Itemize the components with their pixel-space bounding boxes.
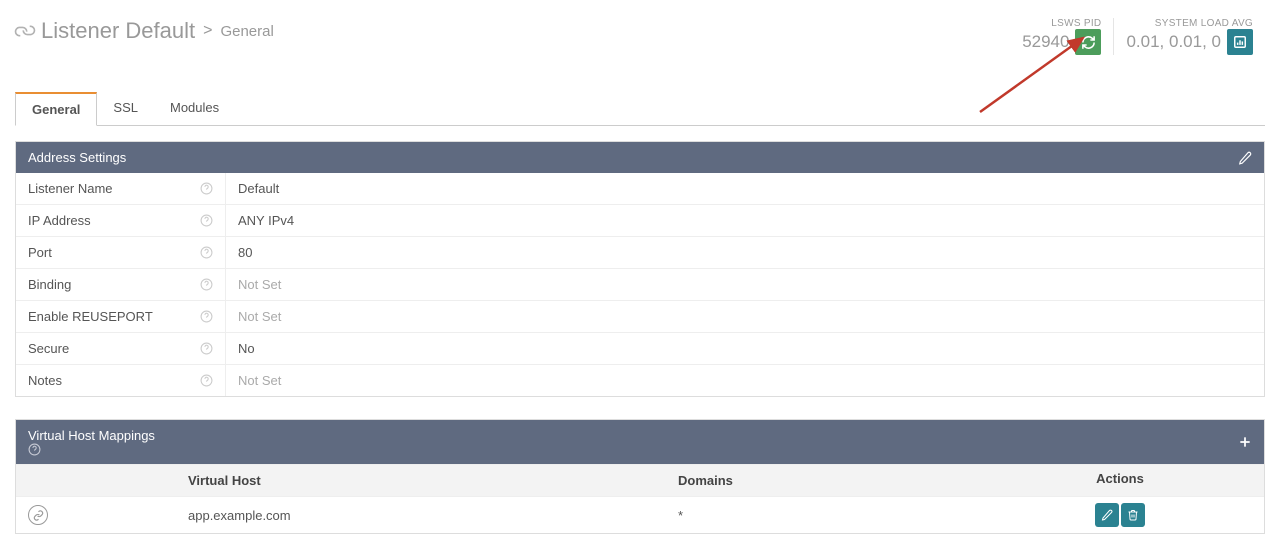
table-row: app.example.com* (16, 496, 1264, 533)
row-vhost: app.example.com (176, 500, 666, 531)
plus-icon (1238, 435, 1252, 449)
col-header-actions: Actions (976, 465, 1264, 496)
setting-value: Default (226, 173, 1264, 204)
stat-load: SYSTEM LOAD AVG 0.01, 0.01, 0 (1113, 18, 1265, 55)
setting-value: 80 (226, 237, 1264, 268)
tabs: GeneralSSLModules (15, 91, 1265, 126)
help-icon[interactable] (200, 342, 213, 355)
page-title: Listener Default (41, 18, 195, 44)
setting-value: No (226, 333, 1264, 364)
panel-title: Virtual Host Mappings (28, 428, 1238, 456)
setting-label: Binding (16, 269, 226, 300)
edit-button[interactable] (1238, 151, 1252, 165)
help-icon[interactable] (200, 278, 213, 291)
setting-value: ANY IPv4 (226, 205, 1264, 236)
delete-row-button[interactable] (1121, 503, 1145, 527)
address-settings-header: Address Settings (16, 142, 1264, 173)
link-circle-icon (28, 505, 48, 525)
address-settings-panel: Address Settings Listener NameDefaultIP … (15, 141, 1265, 397)
row-domains: * (666, 500, 976, 531)
setting-label: IP Address (16, 205, 226, 236)
tab-general[interactable]: General (15, 92, 97, 126)
stat-pid: LSWS PID 52940 (1010, 18, 1113, 55)
help-icon[interactable] (200, 182, 213, 195)
col-header-vhost: Virtual Host (176, 465, 666, 496)
refresh-icon (1081, 35, 1096, 50)
setting-label: Port (16, 237, 226, 268)
setting-row: Port80 (16, 236, 1264, 268)
help-icon[interactable] (200, 246, 213, 259)
breadcrumb-separator: > (203, 22, 212, 40)
row-actions (976, 497, 1264, 533)
stat-load-label: SYSTEM LOAD AVG (1126, 18, 1253, 29)
setting-row: IP AddressANY IPv4 (16, 204, 1264, 236)
setting-label: Secure (16, 333, 226, 364)
breadcrumb-current: General (220, 23, 273, 40)
vhost-mappings-header: Virtual Host Mappings (16, 420, 1264, 464)
setting-row: SecureNo (16, 332, 1264, 364)
stats-button[interactable] (1227, 29, 1253, 55)
bar-chart-icon (1233, 35, 1247, 49)
stat-load-value: 0.01, 0.01, 0 (1126, 32, 1221, 52)
table-header-row: Virtual Host Domains Actions (16, 464, 1264, 496)
panel-title: Address Settings (28, 150, 1238, 165)
tab-ssl[interactable]: SSL (97, 92, 154, 126)
tab-modules[interactable]: Modules (154, 92, 235, 126)
stat-pid-value: 52940 (1022, 32, 1069, 52)
edit-row-button[interactable] (1095, 503, 1119, 527)
help-icon[interactable] (200, 310, 213, 323)
add-button[interactable] (1238, 435, 1252, 449)
setting-label: Notes (16, 365, 226, 396)
pencil-icon (1238, 151, 1252, 165)
help-icon[interactable] (200, 374, 213, 387)
setting-row: BindingNot Set (16, 268, 1264, 300)
panel-title-text: Virtual Host Mappings (28, 428, 155, 443)
setting-value: Not Set (226, 301, 1264, 332)
setting-value: Not Set (226, 269, 1264, 300)
help-icon[interactable] (28, 443, 1238, 456)
stat-pid-label: LSWS PID (1022, 18, 1101, 29)
page-title-area: Listener Default > General (15, 18, 1010, 44)
link-icon (11, 17, 39, 45)
setting-value: Not Set (226, 365, 1264, 396)
col-header-domains: Domains (666, 465, 976, 496)
setting-row: Listener NameDefault (16, 173, 1264, 204)
row-icon-cell (16, 497, 176, 533)
setting-row: Enable REUSEPORTNot Set (16, 300, 1264, 332)
restart-button[interactable] (1075, 29, 1101, 55)
setting-row: NotesNot Set (16, 364, 1264, 396)
help-icon[interactable] (200, 214, 213, 227)
setting-label: Listener Name (16, 173, 226, 204)
vhost-mappings-panel: Virtual Host Mappings Virtual Host Domai… (15, 419, 1265, 534)
setting-label: Enable REUSEPORT (16, 301, 226, 332)
